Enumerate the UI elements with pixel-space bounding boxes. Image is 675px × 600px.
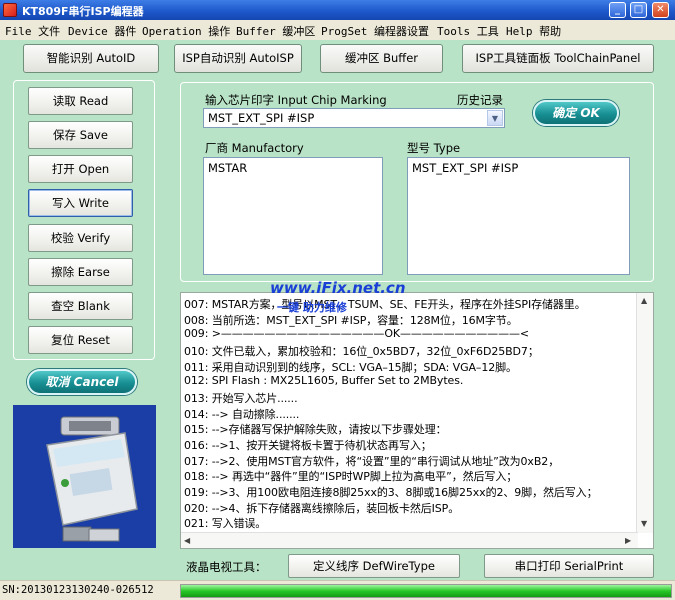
log-line: 021: 写入错误。 xyxy=(184,517,267,530)
log-line: 014: --> 自动擦除....... xyxy=(184,408,300,421)
erase-button[interactable]: 擦除 Earse xyxy=(28,258,133,286)
lcd-tools-label: 液晶电视工具： xyxy=(186,560,267,574)
watermark-slogan: 一键 助力维修 xyxy=(277,301,347,314)
menu-bar: File 文件 Device 器件 Operation 操作 Buffer 缓冲… xyxy=(0,20,675,40)
list-item[interactable]: MST_EXT_SPI #ISP xyxy=(412,161,518,175)
status-bar: SN:20130123130240-026512 xyxy=(0,580,675,600)
minimize-button[interactable]: _ xyxy=(609,2,626,18)
list-item[interactable]: MSTAR xyxy=(208,161,247,175)
reset-button[interactable]: 复位 Reset xyxy=(28,326,133,354)
programmer-device-icon xyxy=(13,405,156,548)
type-label: 型号 Type xyxy=(407,141,461,155)
ok-button[interactable]: 确定 OK xyxy=(533,100,619,126)
app-window: KT809F串行ISP编程器 _ □ ✕ File 文件 Device 器件 O… xyxy=(0,0,675,600)
chip-marking-label: 输入芯片印字 Input Chip Marking xyxy=(205,93,387,107)
log-line: 009: >———————————————OK———————————< xyxy=(184,327,530,340)
log-line: 011: 采用自动识别到的线序，SCL: VGA–15脚；SDA: VGA–12… xyxy=(184,361,517,374)
serial-print-button[interactable]: 串口打印 SerialPrint xyxy=(484,554,654,578)
blank-check-button[interactable]: 查空 Blank xyxy=(28,292,133,320)
menu-progset[interactable]: ProgSet 编程器设置 xyxy=(321,23,429,39)
manufactory-label: 厂商 Manufactory xyxy=(205,141,304,155)
cancel-button[interactable]: 取消 Cancel xyxy=(27,369,137,395)
menu-operation[interactable]: Operation 操作 xyxy=(142,23,230,39)
chip-marking-value: MST_EXT_SPI #ISP xyxy=(208,111,315,125)
buffer-button[interactable]: 缓冲区 Buffer xyxy=(320,44,443,73)
scroll-down-icon[interactable]: ▼ xyxy=(641,519,647,528)
define-wire-type-button[interactable]: 定义线序 DefWireType xyxy=(288,554,460,578)
watermark-site: www.iFix.net.cn xyxy=(270,279,406,297)
menu-buffer[interactable]: Buffer 缓冲区 xyxy=(236,23,315,39)
programmer-photo xyxy=(13,405,156,548)
progress-bar xyxy=(180,584,672,598)
toolchain-panel-button[interactable]: ISP工具链面板 ToolChainPanel xyxy=(462,44,654,73)
log-line: 017: -->2、使用MST官方软件，将“设置”里的“串行调试从地址”改为0x… xyxy=(184,455,560,468)
history-label: 历史记录 xyxy=(457,93,503,107)
window-title: KT809F串行ISP编程器 xyxy=(22,5,144,18)
progress-fill xyxy=(181,585,671,597)
manufactory-listbox[interactable]: MSTAR xyxy=(203,157,383,275)
scroll-up-icon[interactable]: ▲ xyxy=(641,296,647,305)
log-output[interactable]: 007: MSTAR方案，型号以MST、TSUM、SE、FE开头，程序在外挂SP… xyxy=(180,292,654,549)
log-line: 013: 开始写入芯片...... xyxy=(184,392,298,405)
open-button[interactable]: 打开 Open xyxy=(28,155,133,183)
scroll-right-icon[interactable]: ▶ xyxy=(625,536,631,545)
menu-file[interactable]: File 文件 xyxy=(5,23,60,39)
log-line: 007: MSTAR方案，型号以MST、TSUM、SE、FE开头，程序在外挂SP… xyxy=(184,298,586,311)
log-line: 012: SPI Flash : MX25L1605, Buffer Set t… xyxy=(184,374,464,387)
log-line: 010: 文件已载入，累加校验和：16位_0x5BD7，32位_0xF6D25B… xyxy=(184,345,539,358)
close-button[interactable]: ✕ xyxy=(652,2,669,18)
menu-help[interactable]: Help 帮助 xyxy=(506,23,561,39)
log-line: 019: -->3、用100欧电阻连接8脚25xx的3、8脚或16脚25xx的2… xyxy=(184,486,598,499)
log-line: 008: 当前所选：MST_EXT_SPI #ISP，容量：128M位，16M字… xyxy=(184,314,518,327)
title-bar[interactable]: KT809F串行ISP编程器 _ □ ✕ xyxy=(0,0,675,20)
log-line: 016: -->1、按开关键将板卡置于待机状态再写入； xyxy=(184,439,432,452)
log-horizontal-scrollbar[interactable]: ◀ ▶ xyxy=(181,532,638,548)
save-button[interactable]: 保存 Save xyxy=(28,121,133,149)
read-button[interactable]: 读取 Read xyxy=(28,87,133,115)
log-line: 018: --> 再选中“器件”里的“ISP时WP脚上拉为高电平”，然后写入； xyxy=(184,470,518,483)
maximize-button[interactable]: □ xyxy=(630,2,647,18)
app-icon xyxy=(3,3,17,17)
log-line: 015: -->存储器写保护解除失败，请按以下步骤处理： xyxy=(184,423,447,436)
log-line: 020: -->4、拆下存储器离线擦除后，装回板卡然后ISP。 xyxy=(184,502,460,515)
write-button[interactable]: 写入 Write xyxy=(28,189,133,217)
scroll-left-icon[interactable]: ◀ xyxy=(184,536,190,545)
verify-button[interactable]: 校验 Verify xyxy=(28,224,133,252)
menu-device[interactable]: Device 器件 xyxy=(68,23,136,39)
chip-marking-combobox[interactable]: MST_EXT_SPI #ISP ▼ xyxy=(203,108,505,128)
chevron-down-icon[interactable]: ▼ xyxy=(487,110,503,126)
log-vertical-scrollbar[interactable]: ▲ ▼ xyxy=(636,293,653,533)
auto-id-button[interactable]: 智能识别 AutoID xyxy=(23,44,159,73)
menu-tools[interactable]: Tools 工具 xyxy=(437,23,499,39)
type-listbox[interactable]: MST_EXT_SPI #ISP xyxy=(407,157,630,275)
auto-isp-button[interactable]: ISP自动识别 AutoISP xyxy=(174,44,302,73)
serial-number: SN:20130123130240-026512 xyxy=(2,584,154,596)
